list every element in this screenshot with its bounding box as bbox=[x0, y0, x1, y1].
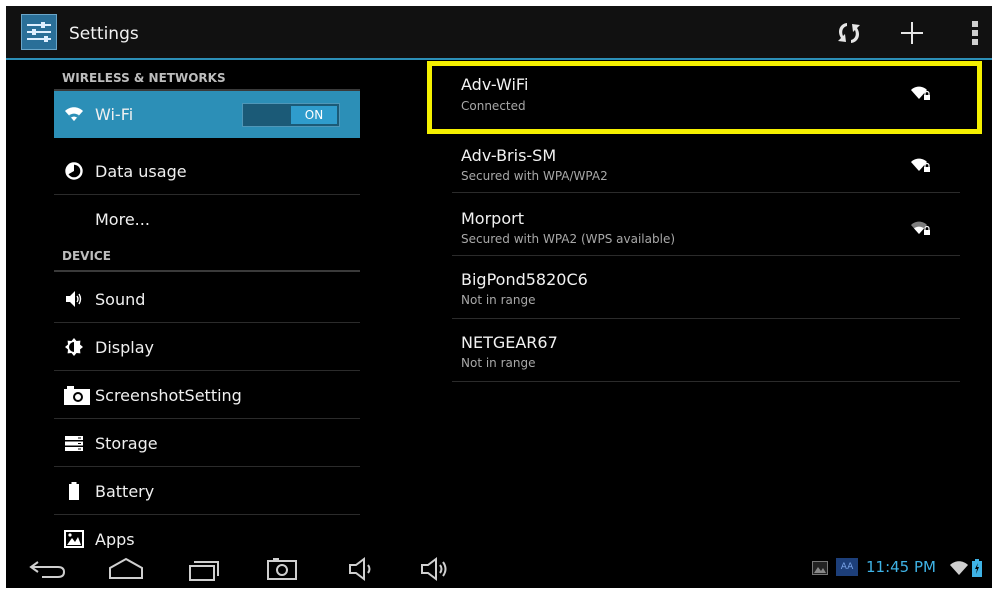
wifi-toggle-on-label: ON bbox=[291, 106, 337, 124]
network-name: Morport bbox=[461, 209, 524, 228]
network-status: Not in range bbox=[461, 293, 536, 307]
menu-item-data-usage[interactable]: Data usage bbox=[54, 148, 360, 195]
action-bar: Settings bbox=[6, 6, 992, 60]
menu-label-more: More... bbox=[95, 210, 150, 229]
tablet-screen: Settings WIRELESS & NETWORKS Wi-Fi ON Da… bbox=[6, 6, 992, 588]
volume-up-icon[interactable] bbox=[418, 556, 454, 582]
system-bar: AA 11:45 PM bbox=[6, 548, 992, 588]
wifi-status-icon bbox=[950, 560, 968, 576]
wifi-toggle[interactable]: ON bbox=[242, 103, 340, 127]
battery-status-icon bbox=[972, 559, 982, 577]
apps-icon bbox=[64, 529, 84, 549]
menu-label-screenshot-setting: ScreenshotSetting bbox=[95, 386, 242, 405]
network-name: Adv-Bris-SM bbox=[461, 146, 557, 165]
overflow-menu-icon[interactable] bbox=[970, 20, 980, 46]
settings-icon[interactable] bbox=[21, 14, 57, 50]
menu-label-storage: Storage bbox=[95, 434, 158, 453]
data-usage-icon bbox=[64, 161, 84, 181]
menu-label-display: Display bbox=[95, 338, 154, 357]
network-status: Secured with WPA/WPA2 bbox=[461, 169, 608, 183]
menu-item-more[interactable]: More... bbox=[54, 196, 360, 243]
network-row[interactable]: BigPond5820C6 Not in range bbox=[452, 256, 960, 319]
home-icon[interactable] bbox=[106, 556, 146, 582]
volume-down-icon[interactable] bbox=[344, 556, 380, 582]
battery-icon bbox=[64, 481, 84, 501]
sound-icon bbox=[64, 289, 84, 309]
network-row[interactable]: Morport Secured with WPA2 (WPS available… bbox=[452, 193, 960, 256]
menu-item-wifi[interactable]: Wi-Fi ON bbox=[54, 91, 360, 138]
recent-apps-icon[interactable] bbox=[184, 556, 224, 582]
section-header-wireless: WIRELESS & NETWORKS bbox=[62, 71, 226, 85]
add-icon[interactable] bbox=[899, 20, 925, 46]
menu-label-data-usage: Data usage bbox=[95, 162, 187, 181]
network-name: BigPond5820C6 bbox=[461, 270, 588, 289]
wifi-icon bbox=[64, 104, 84, 124]
menu-item-display[interactable]: Display bbox=[54, 324, 360, 371]
back-icon[interactable] bbox=[28, 556, 68, 582]
wifi-signal-locked-icon bbox=[911, 156, 931, 174]
menu-item-sound[interactable]: Sound bbox=[54, 276, 360, 323]
camera-icon bbox=[64, 385, 90, 405]
clock: 11:45 PM bbox=[866, 558, 936, 576]
menu-item-screenshot-setting[interactable]: ScreenshotSetting bbox=[54, 372, 360, 419]
network-row[interactable]: NETGEAR67 Not in range bbox=[452, 319, 960, 382]
menu-label-battery: Battery bbox=[95, 482, 155, 501]
divider bbox=[54, 270, 360, 272]
network-status: Secured with WPA2 (WPS available) bbox=[461, 232, 676, 246]
network-name: NETGEAR67 bbox=[461, 333, 558, 352]
menu-label-apps: Apps bbox=[95, 530, 135, 549]
highlight-annotation bbox=[427, 61, 982, 134]
network-row[interactable]: Adv-Bris-SM Secured with WPA/WPA2 bbox=[452, 130, 960, 193]
section-header-device: DEVICE bbox=[62, 249, 111, 263]
aa-notification-icon[interactable]: AA bbox=[836, 558, 858, 576]
display-icon bbox=[64, 337, 84, 357]
page-title: Settings bbox=[69, 24, 139, 44]
menu-label-wifi: Wi-Fi bbox=[95, 105, 134, 124]
menu-item-storage[interactable]: Storage bbox=[54, 420, 360, 467]
storage-icon bbox=[64, 433, 84, 453]
wps-scan-icon[interactable] bbox=[834, 20, 864, 46]
settings-menu: WIRELESS & NETWORKS Wi-Fi ON Data usage … bbox=[54, 60, 360, 549]
menu-item-battery[interactable]: Battery bbox=[54, 468, 360, 515]
network-status: Not in range bbox=[461, 356, 536, 370]
wifi-signal-locked-icon bbox=[911, 219, 931, 237]
screenshot-icon[interactable] bbox=[264, 556, 300, 582]
menu-label-sound: Sound bbox=[95, 290, 146, 309]
gallery-notification-icon[interactable] bbox=[812, 560, 828, 575]
